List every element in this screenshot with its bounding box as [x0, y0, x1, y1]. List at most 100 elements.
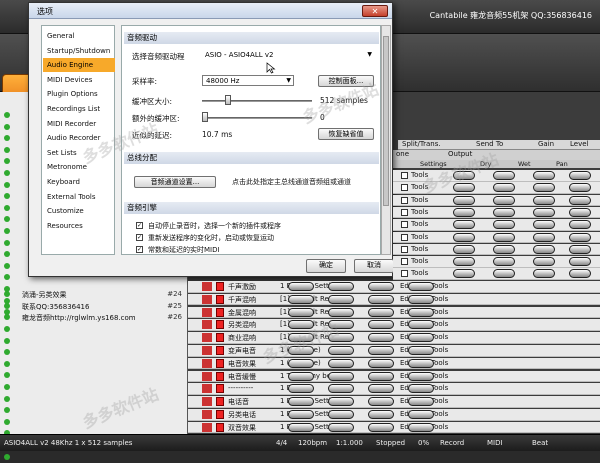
mixer-row-hidden[interactable]: Tools: [393, 231, 600, 244]
left-track-row[interactable]: 淌涌-另类效果 #24: [0, 289, 188, 301]
nav-item-external-tools[interactable]: External Tools: [43, 190, 115, 204]
engine-option-checkbox[interactable]: ✓: [136, 234, 143, 241]
mute-button[interactable]: [216, 282, 224, 291]
nav-item-plugin-options[interactable]: Plugin Options: [43, 87, 115, 101]
mixer-row-hidden[interactable]: Tools: [393, 194, 600, 207]
mixer-knob[interactable]: [533, 244, 555, 254]
mixer-knob[interactable]: [493, 220, 515, 230]
mixer-knob[interactable]: [328, 422, 354, 432]
mixer-knob[interactable]: [368, 422, 394, 432]
left-track-row[interactable]: [0, 324, 188, 336]
close-icon[interactable]: ✕: [362, 5, 388, 17]
nav-item-recordings-list[interactable]: Recordings List: [43, 102, 115, 116]
mixer-knob[interactable]: [288, 384, 314, 394]
tools-button[interactable]: Tools: [411, 196, 428, 204]
mixer-knob[interactable]: [453, 195, 475, 205]
mixer-knob[interactable]: [533, 220, 555, 230]
mixer-knob[interactable]: [453, 207, 475, 217]
mixer-knob[interactable]: [493, 207, 515, 217]
tools-checkbox[interactable]: [401, 233, 408, 241]
record-indicator[interactable]: Record: [440, 439, 464, 447]
nav-item-midi-devices[interactable]: MIDI Devices: [43, 73, 115, 87]
mute-button[interactable]: [216, 320, 224, 330]
tools-checkbox[interactable]: [401, 172, 408, 179]
left-track-row[interactable]: 雍龙音频http://rglwlm.ys168.com #26: [0, 312, 188, 324]
mute-button[interactable]: [216, 333, 224, 343]
driver-select[interactable]: ASIO - ASIO4ALL v2 ▼: [202, 50, 374, 61]
left-track-row[interactable]: [0, 452, 188, 463]
mixer-knob[interactable]: [288, 307, 314, 317]
mixer-knob[interactable]: [368, 320, 394, 330]
track-row[interactable]: 变声电音1 (noname)▾▾EditTools: [188, 345, 600, 357]
mixer-knob[interactable]: [533, 171, 555, 180]
restore-defaults-button[interactable]: 恢复缺省值: [318, 128, 374, 140]
extra-buffer-slider[interactable]: [202, 117, 312, 119]
engine-option-checkbox[interactable]: ✓: [136, 222, 143, 229]
panel-scrollbar[interactable]: [381, 25, 391, 255]
tools-button[interactable]: Tools: [411, 233, 428, 241]
mixer-knob[interactable]: [408, 384, 434, 394]
left-track-row[interactable]: 联系QQ:356836416 #25: [0, 301, 188, 313]
mixer-knob[interactable]: [569, 207, 591, 217]
mixer-knob[interactable]: [288, 294, 314, 304]
mixer-knob[interactable]: [533, 257, 555, 267]
tools-checkbox[interactable]: [401, 270, 408, 278]
mute-button[interactable]: [216, 358, 224, 368]
tools-button[interactable]: Tools: [411, 208, 428, 216]
track-row[interactable]: ----------1 Default▾▾EditTools: [188, 383, 600, 395]
mixer-knob[interactable]: [368, 294, 394, 304]
nav-item-keyboard[interactable]: Keyboard: [43, 175, 115, 189]
mixer-knob[interactable]: [493, 195, 515, 205]
scrollbar-thumb[interactable]: [383, 36, 389, 206]
mute-button[interactable]: [216, 307, 224, 317]
nav-item-midi-recorder[interactable]: MIDI Recorder: [43, 117, 115, 131]
track-row[interactable]: 电音缓慢1 Tickle my beats▾▾EditTools: [188, 370, 600, 383]
mute-button[interactable]: [216, 410, 224, 419]
mixer-knob[interactable]: [569, 220, 591, 230]
tools-checkbox[interactable]: [401, 196, 408, 204]
mixer-row-hidden[interactable]: Tools: [393, 206, 600, 219]
mixer-knob[interactable]: [328, 346, 354, 355]
mixer-knob[interactable]: [569, 232, 591, 242]
track-row[interactable]: 另类混响[1] Default Reverb▾▾EditTools: [188, 319, 600, 331]
mixer-knob[interactable]: [453, 220, 475, 230]
mixer-knob[interactable]: [328, 397, 354, 407]
mixer-knob[interactable]: [408, 307, 434, 317]
left-track-row[interactable]: [0, 359, 188, 371]
mute-button[interactable]: [216, 397, 224, 407]
track-row[interactable]: 电音效果1 (noname)▾▾EditTools: [188, 357, 600, 370]
mixer-knob[interactable]: [408, 371, 434, 381]
left-track-row[interactable]: [0, 370, 188, 382]
track-row[interactable]: 千声激励1 Factory Setting▾▾EditTools: [188, 281, 600, 293]
nav-item-customize[interactable]: Customize: [43, 204, 115, 218]
mixer-knob[interactable]: [493, 232, 515, 242]
mute-button[interactable]: [216, 371, 224, 381]
engine-option-checkbox[interactable]: ✓: [136, 246, 143, 253]
nav-item-general[interactable]: General: [43, 29, 115, 43]
mixer-knob[interactable]: [493, 257, 515, 267]
tools-button[interactable]: Tools: [411, 269, 428, 277]
mixer-knob[interactable]: [493, 269, 515, 279]
track-row[interactable]: 电话音1 Default Setting▾▾EditTools: [188, 396, 600, 408]
mixer-knob[interactable]: [533, 207, 555, 217]
mixer-knob[interactable]: [328, 384, 354, 394]
extra-buffer-slider-thumb[interactable]: [202, 112, 208, 122]
cancel-button[interactable]: 取消: [354, 259, 394, 273]
mixer-knob[interactable]: [569, 269, 591, 279]
nav-item-audio-engine[interactable]: Audio Engine: [43, 58, 115, 73]
mute-button[interactable]: [216, 294, 224, 304]
mute-button[interactable]: [216, 422, 224, 432]
mixer-knob[interactable]: [493, 183, 515, 193]
track-row[interactable]: 另类电话1 Factory Setting▾▾EditTools: [188, 409, 600, 421]
mixer-knob[interactable]: [368, 282, 394, 291]
mixer-knob[interactable]: [569, 257, 591, 267]
mixer-knob[interactable]: [368, 358, 394, 368]
mixer-knob[interactable]: [328, 371, 354, 381]
mixer-knob[interactable]: [288, 371, 314, 381]
left-track-row[interactable]: [0, 336, 188, 348]
mixer-knob[interactable]: [533, 269, 555, 279]
mixer-knob[interactable]: [288, 410, 314, 419]
mixer-row-hidden[interactable]: Tools: [393, 243, 600, 256]
mixer-knob[interactable]: [533, 183, 555, 193]
mixer-row-hidden[interactable]: Tools: [393, 219, 600, 231]
